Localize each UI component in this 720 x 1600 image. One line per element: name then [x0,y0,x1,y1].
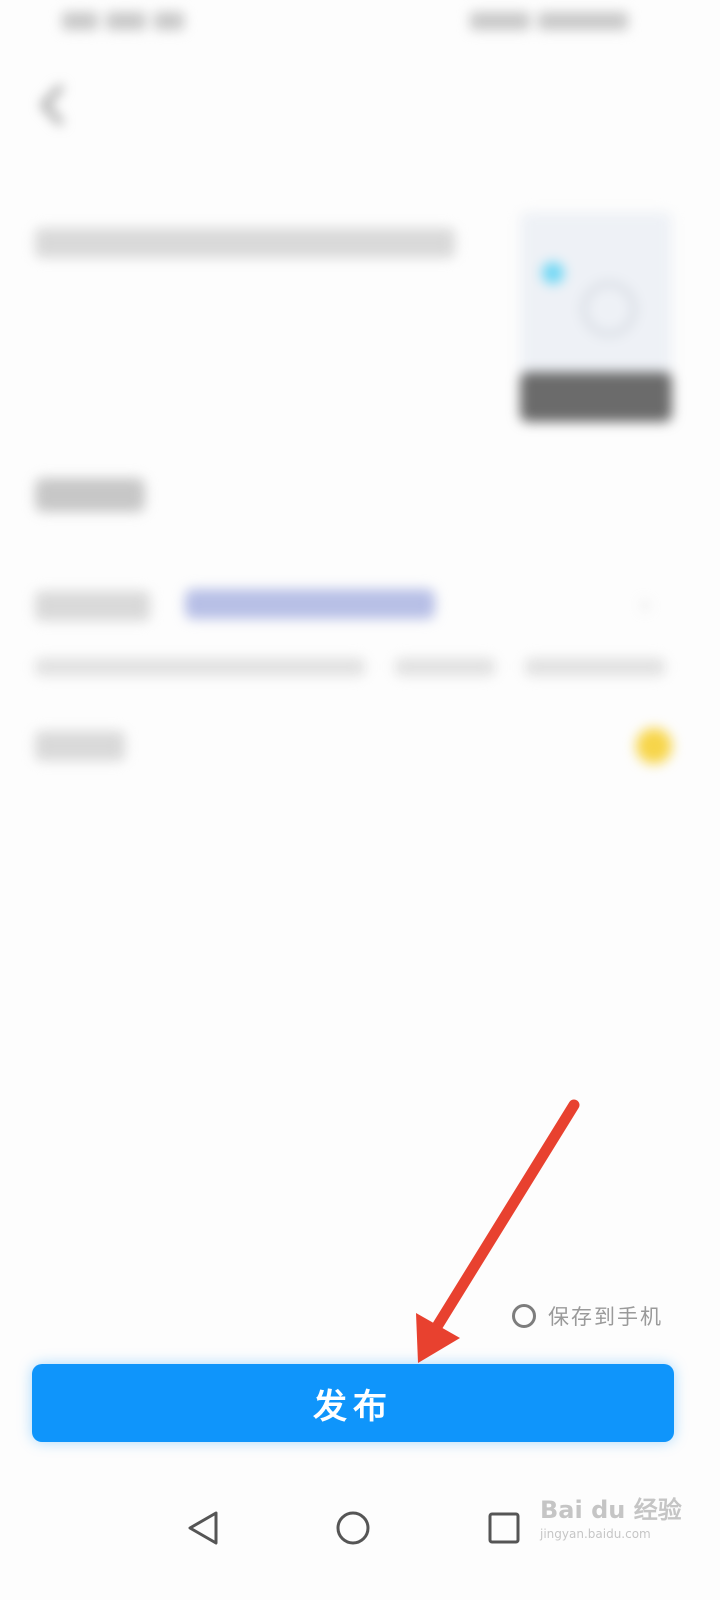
edit-cover-button[interactable] [520,372,672,422]
thumbnail-dot [542,262,564,284]
location-suggestions[interactable] [35,652,695,682]
save-to-phone-label: 保存到手机 [548,1305,663,1329]
status-bar-left [62,12,192,38]
publish-button-label: 发布 [313,1386,393,1427]
save-to-phone-radio[interactable] [512,1304,536,1328]
nav-back-icon[interactable] [184,1508,224,1548]
thumbnail-ring [582,282,636,336]
visibility-label [35,726,135,766]
location-label [35,586,155,626]
status-bar-right [470,12,645,38]
save-to-phone-option[interactable]: 保存到手机 [512,1298,682,1334]
back-button[interactable] [30,80,80,130]
description-input[interactable] [35,222,475,266]
topic-tag[interactable] [35,470,145,520]
nav-home-icon[interactable] [334,1509,372,1547]
watermark-brand: Bai du 经验 [540,1496,682,1524]
location-selector[interactable] [185,584,435,624]
publish-button[interactable]: 发布 [32,1364,674,1442]
baidu-watermark: Bai du 经验 jingyan.baidu.com [540,1490,710,1566]
cover-thumbnail[interactable] [520,212,672,422]
visibility-indicator[interactable] [636,728,672,764]
chevron-right-icon[interactable]: › [640,590,670,620]
watermark-url: jingyan.baidu.com [540,1527,651,1541]
nav-recents-icon[interactable] [486,1510,522,1546]
chevron-left-icon [41,85,63,125]
